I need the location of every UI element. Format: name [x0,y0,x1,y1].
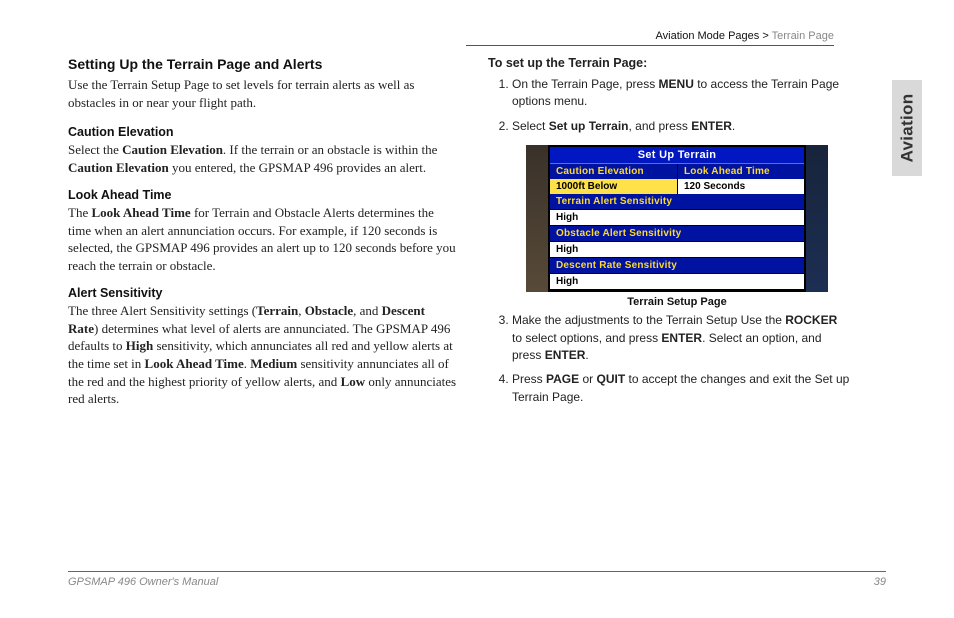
device-frame-right [806,145,828,292]
right-column: To set up the Terrain Page: On the Terra… [488,56,850,420]
side-tab-aviation: Aviation [892,80,922,176]
page-number: 39 [874,576,886,588]
device-label-obstacle-sens: Obstacle Alert Sensitivity [550,226,804,241]
section-heading: Setting Up the Terrain Page and Alerts [68,56,458,72]
procedure-steps: On the Terrain Page, press MENU to acces… [488,76,850,135]
device-label-lookahead: Look Ahead Time [677,164,804,179]
step-4: Press PAGE or QUIT to accept the changes… [512,371,850,406]
side-tab-label: Aviation [897,94,917,163]
caution-elevation-paragraph: Select the Caution Elevation. If the ter… [68,141,458,176]
device-value-descent-sens: High [550,274,804,289]
step-1: On the Terrain Page, press MENU to acces… [512,76,850,111]
device-value-caution: 1000ft Below [550,179,677,194]
alert-sensitivity-paragraph: The three Alert Sensitivity settings (Te… [68,302,458,407]
terrain-setup-figure: Set Up Terrain Caution Elevation Look Ah… [504,145,850,308]
procedure-steps-cont: Make the adjustments to the Terrain Setu… [488,312,850,406]
alert-sensitivity-heading: Alert Sensitivity [68,286,458,300]
procedure-lead: To set up the Terrain Page: [488,56,850,70]
device-value-obstacle-sens: High [550,242,804,257]
page-footer: GPSMAP 496 Owner's Manual 39 [68,571,886,588]
footer-title: GPSMAP 496 Owner's Manual [68,576,218,588]
breadcrumb: Aviation Mode Pages > Terrain Page [466,30,834,46]
device-label-terrain-sens: Terrain Alert Sensitivity [550,194,804,209]
device-value-lookahead: 120 Seconds [677,179,804,194]
step-2: Select Set up Terrain, and press ENTER. [512,118,850,135]
step-3: Make the adjustments to the Terrain Setu… [512,312,850,364]
intro-paragraph: Use the Terrain Setup Page to set levels… [68,76,458,111]
device-frame-left [526,145,548,292]
caution-elevation-heading: Caution Elevation [68,125,458,139]
look-ahead-heading: Look Ahead Time [68,188,458,202]
device-label-caution: Caution Elevation [550,164,677,179]
device-screen: Set Up Terrain Caution Elevation Look Ah… [548,145,806,292]
device-value-terrain-sens: High [550,210,804,225]
look-ahead-paragraph: The Look Ahead Time for Terrain and Obst… [68,204,458,274]
breadcrumb-current: Terrain Page [772,30,834,42]
breadcrumb-parent: Aviation Mode Pages > [656,30,772,42]
device-label-descent-sens: Descent Rate Sensitivity [550,258,804,273]
device-title: Set Up Terrain [550,147,804,164]
left-column: Setting Up the Terrain Page and Alerts U… [68,56,458,420]
figure-caption: Terrain Setup Page [627,296,726,308]
